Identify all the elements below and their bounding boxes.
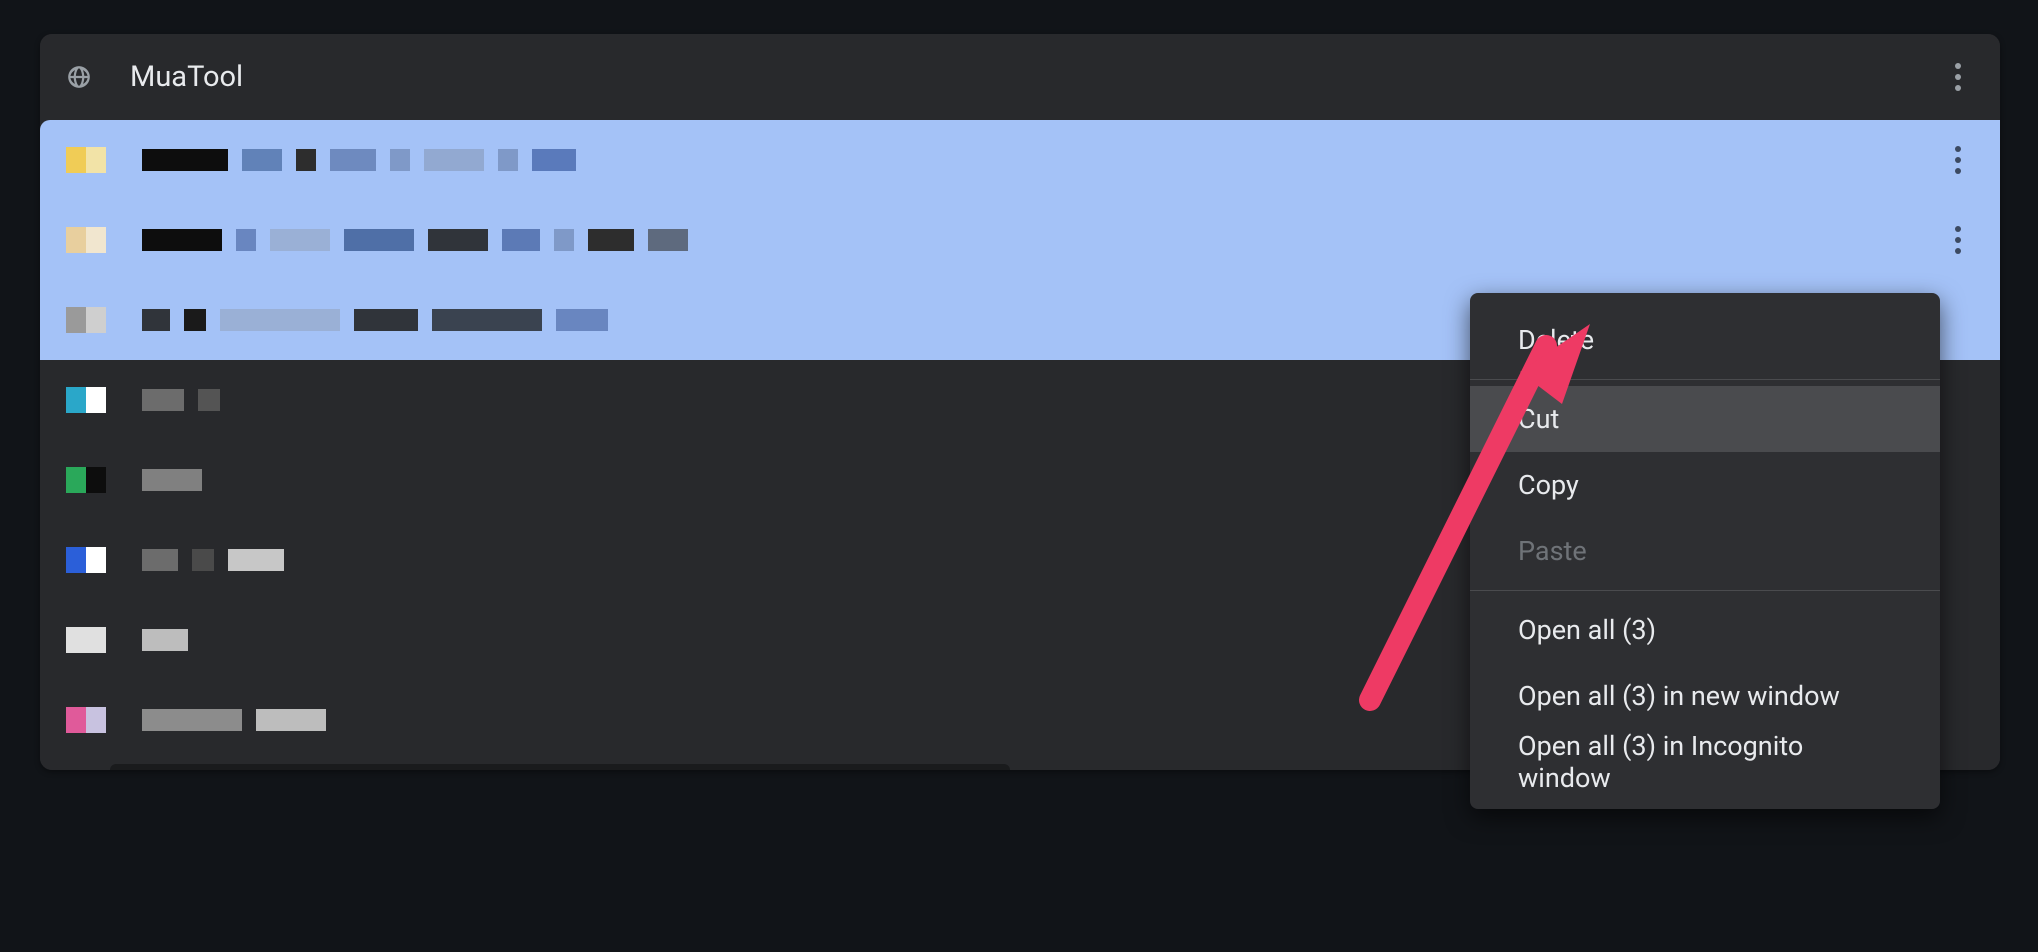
menu-item-cut[interactable]: Cut [1470,386,1940,452]
bookmark-title [142,629,188,651]
bookmark-title [142,469,202,491]
row-more-button[interactable] [1938,140,1978,180]
globe-icon [66,64,92,90]
bookmark-title [142,149,576,171]
menu-separator [1470,379,1940,380]
folder-more-button[interactable] [1938,57,1978,97]
more-vertical-icon [1955,63,1961,91]
menu-item-paste: Paste [1470,518,1940,584]
favicon [66,307,106,333]
menu-separator [1470,590,1940,591]
menu-item-open-all-new-window[interactable]: Open all (3) in new window [1470,663,1940,729]
favicon [66,467,106,493]
bookmark-title [142,549,284,571]
panel-header: MuaTool [40,34,2000,120]
horizontal-scrollbar[interactable] [110,764,1010,770]
folder-title: MuaTool [130,60,243,94]
bookmark-row[interactable] [40,200,2000,280]
menu-item-open-all-incognito[interactable]: Open all (3) in Incognito window [1470,729,1940,795]
bookmark-title [142,229,688,251]
menu-item-open-all[interactable]: Open all (3) [1470,597,1940,663]
context-menu: Delete Cut Copy Paste Open all (3) Open … [1470,293,1940,809]
more-vertical-icon [1955,226,1961,254]
favicon [66,147,106,173]
bookmark-title [142,389,220,411]
bookmark-title [142,709,326,731]
favicon [66,227,106,253]
menu-item-delete[interactable]: Delete [1470,307,1940,373]
bookmark-row[interactable] [40,120,2000,200]
menu-item-copy[interactable]: Copy [1470,452,1940,518]
favicon [66,707,106,733]
bookmark-title [142,309,608,331]
favicon [66,387,106,413]
favicon [66,547,106,573]
more-vertical-icon [1955,146,1961,174]
favicon [66,627,106,653]
row-more-button[interactable] [1938,220,1978,260]
